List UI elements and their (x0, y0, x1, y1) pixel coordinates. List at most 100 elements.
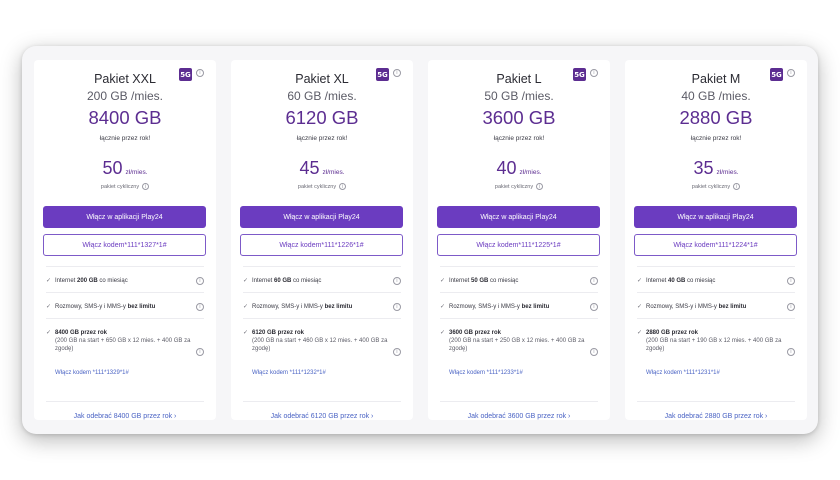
plan-name: Pakiet XL (295, 72, 349, 86)
feature-text: Rozmowy, SMS-y i MMS-y (55, 304, 128, 310)
activate-code: *111*1327*1# (124, 241, 167, 249)
cycle-row: pakiet cykliczny i (231, 183, 413, 190)
price-row: 45 zł/mies. (231, 158, 413, 179)
howto-link[interactable]: Jak odebrać 8400 GB przez rok › (34, 413, 216, 420)
plan-total-note: łącznie przez rok! (99, 135, 151, 142)
info-icon[interactable]: i (393, 348, 401, 356)
feature-sub: (200 GB na start + 250 GB x 12 mies. + 4… (449, 338, 585, 352)
plan-total: 6120 GB (285, 107, 359, 128)
activate-app-button[interactable]: Włącz w aplikacji Play24 (43, 206, 206, 228)
activate-code-button[interactable]: Włącz kodem *111*1225*1# (437, 234, 600, 256)
feature-internet: ✓ Internet 200 GB co miesiąc i (46, 277, 204, 285)
plan-price: 40 (496, 158, 517, 178)
info-icon[interactable]: i (733, 183, 741, 190)
activate-code-button[interactable]: Włącz kodem *111*1327*1# (43, 234, 206, 256)
activate-app-button[interactable]: Włącz w aplikacji Play24 (634, 206, 797, 228)
divider (243, 318, 401, 319)
info-icon[interactable]: i (196, 303, 204, 311)
feature-yearly: ✓ 3600 GB przez rok (200 GB na start + 25… (440, 329, 598, 356)
activate-code-button[interactable]: Włącz kodem *111*1226*1# (240, 234, 403, 256)
check-icon: ✓ (243, 303, 249, 310)
plan-total-note: łącznie przez rok! (296, 135, 348, 142)
divider (440, 292, 598, 293)
info-icon[interactable]: i (536, 183, 544, 190)
activate-code-button[interactable]: Włącz kodem *111*1224*1# (634, 234, 797, 256)
feature-text: co miesiąc (291, 278, 322, 284)
activate-code-prefix: Włącz kodem (476, 241, 519, 249)
feature-text: Internet (449, 278, 472, 284)
feature-text: Internet (55, 278, 78, 284)
feature-bold: 60 GB (274, 278, 292, 284)
plan-price: 35 (693, 158, 714, 178)
activate-code: *111*1225*1# (518, 241, 561, 249)
plan-total: 3600 GB (482, 107, 556, 128)
divider (637, 266, 795, 267)
activate-code: *111*1224*1# (715, 241, 758, 249)
code-link[interactable]: Włącz kodem *111*1233*1# (449, 370, 523, 376)
cycle-row: pakiet cykliczny i (625, 183, 807, 190)
check-icon: ✓ (46, 303, 52, 310)
code-link[interactable]: Włącz kodem *111*1329*1# (55, 370, 129, 376)
info-icon[interactable]: i (393, 277, 401, 285)
plan-card-m: 5G i Pakiet M 40 GB /mies. 2880 GB łączn… (625, 60, 807, 420)
divider (243, 266, 401, 267)
code-link[interactable]: Włącz kodem *111*1232*1# (252, 370, 326, 376)
check-icon: ✓ (46, 277, 52, 284)
divider (637, 401, 795, 402)
plan-total: 2880 GB (679, 107, 753, 128)
feature-internet: ✓ Internet 40 GB co miesiąc i (637, 277, 795, 285)
feature-bold: bez limitu (718, 304, 747, 310)
feature-text: Rozmowy, SMS-y i MMS-y (646, 304, 719, 310)
activate-code-prefix: Włącz kodem (82, 241, 125, 249)
activate-code-prefix: Włącz kodem (279, 241, 322, 249)
divider (46, 292, 204, 293)
info-icon[interactable]: i (142, 183, 150, 190)
code-link[interactable]: Włącz kodem *111*1231*1# (646, 370, 720, 376)
feature-bold: 3600 GB przez rok (449, 330, 502, 336)
activate-app-button[interactable]: Włącz w aplikacji Play24 (437, 206, 600, 228)
check-icon: ✓ (440, 303, 446, 310)
divider (440, 401, 598, 402)
price-row: 50 zł/mies. (34, 158, 216, 179)
feature-sub: (200 GB na start + 650 GB x 12 mies. + 4… (55, 338, 191, 352)
cycle-label: pakiet cykliczny (100, 183, 140, 190)
info-icon[interactable]: i (196, 348, 204, 356)
howto-link[interactable]: Jak odebrać 6120 GB przez rok › (231, 413, 413, 420)
activate-code: *111*1226*1# (321, 241, 364, 249)
plan-price: 45 (299, 158, 320, 178)
info-icon[interactable]: i (787, 348, 795, 356)
info-icon[interactable]: i (590, 277, 598, 285)
info-icon[interactable]: i (393, 303, 401, 311)
feature-internet: ✓ Internet 60 GB co miesiąc i (243, 277, 401, 285)
divider (440, 266, 598, 267)
plan-per-month: 50 GB /mies. (484, 89, 554, 103)
feature-text: co miesiąc (97, 278, 128, 284)
check-icon: ✓ (243, 329, 249, 336)
plan-price: 50 (102, 158, 123, 178)
plan-per-month: 200 GB /mies. (86, 89, 164, 103)
check-icon: ✓ (637, 329, 643, 336)
howto-link[interactable]: Jak odebrać 3600 GB przez rok › (428, 413, 610, 420)
info-icon[interactable]: i (196, 277, 204, 285)
feature-bold: 200 GB (77, 278, 98, 284)
plan-card-xxl: 5G i Pakiet XXL 200 GB /mies. 8400 GB łą… (34, 60, 216, 420)
plan-total-note: łącznie przez rok! (493, 135, 545, 142)
howto-link[interactable]: Jak odebrać 2880 GB przez rok › (625, 413, 807, 420)
activate-app-button[interactable]: Włącz w aplikacji Play24 (240, 206, 403, 228)
plan-card-xl: 5G i Pakiet XL 60 GB /mies. 6120 GB łącz… (231, 60, 413, 420)
feature-text: Internet (646, 278, 669, 284)
feature-text: co miesiąc (488, 278, 519, 284)
price-unit: zł/mies. (716, 169, 739, 176)
check-icon: ✓ (637, 303, 643, 310)
info-icon[interactable]: i (339, 183, 347, 190)
feature-bold: bez limitu (324, 304, 353, 310)
info-icon[interactable]: i (787, 303, 795, 311)
info-icon[interactable]: i (590, 348, 598, 356)
divider (637, 292, 795, 293)
info-icon[interactable]: i (787, 277, 795, 285)
info-icon[interactable]: i (590, 303, 598, 311)
divider (46, 318, 204, 319)
feature-calls: ✓ Rozmowy, SMS-y i MMS-y bez limitu i (440, 303, 598, 311)
feature-bold: 40 GB (668, 278, 686, 284)
cycle-label: pakiet cykliczny (494, 183, 534, 190)
